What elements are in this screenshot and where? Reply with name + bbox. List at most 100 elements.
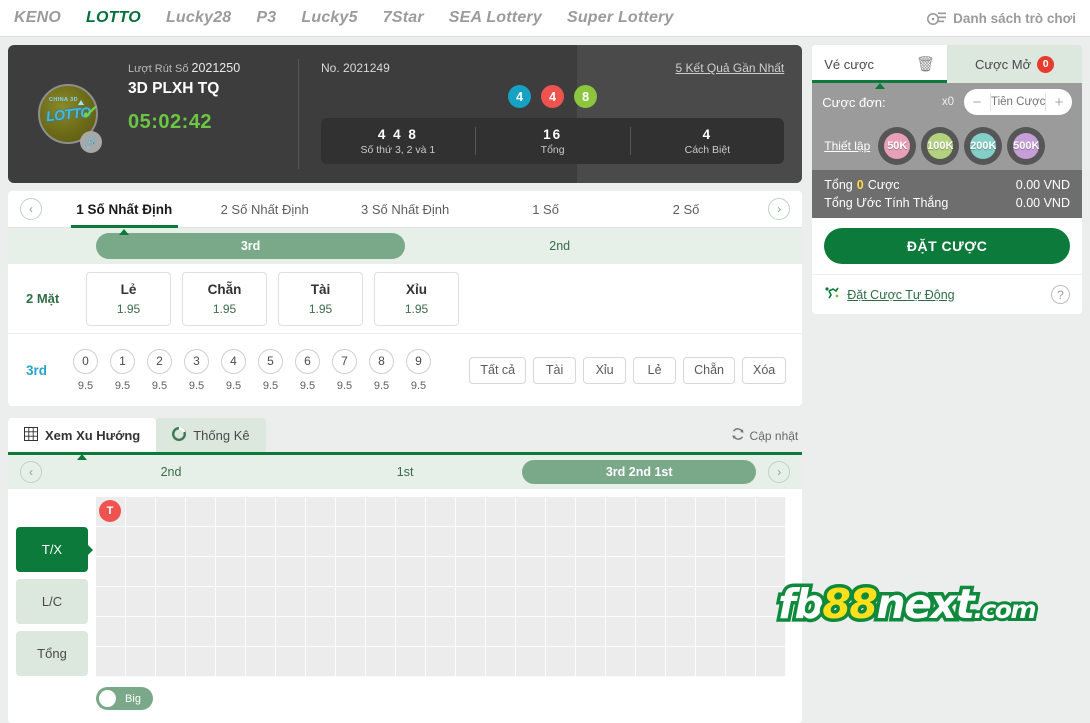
game-list-button[interactable]: Danh sách trò chơi bbox=[927, 11, 1076, 26]
nav-item-lotto[interactable]: LOTTO bbox=[86, 9, 141, 27]
last-result-section: No. 2021249 5 Kết Quả Gần Nhất 4 4 8 4 4… bbox=[299, 45, 802, 183]
number-odds: 9.5 bbox=[410, 379, 427, 392]
quick-btn-xoa[interactable]: Xóa bbox=[742, 356, 787, 384]
tab-3-so-nhat-dinh[interactable]: 3 Số Nhất Định bbox=[335, 191, 475, 227]
minus-icon[interactable]: − bbox=[964, 94, 990, 111]
tab-1-so[interactable]: 1 Số bbox=[475, 191, 615, 227]
tab-thong-ke[interactable]: Thống Kê bbox=[156, 418, 266, 452]
trend-tab-caret-icon bbox=[77, 454, 88, 460]
trend-mode-tx[interactable]: T/X bbox=[16, 527, 93, 572]
tab-label: 1 Số Nhất Định bbox=[76, 201, 173, 217]
quick-btn-chan[interactable]: Chẵn bbox=[683, 356, 735, 384]
nav-item-p3[interactable]: P3 bbox=[256, 9, 276, 27]
trend-next-arrow-icon[interactable]: › bbox=[768, 461, 791, 483]
logo-top-text: CHINA 3D bbox=[49, 97, 78, 103]
number-cell-3[interactable]: 3 9.5 bbox=[182, 348, 211, 392]
quick-btn-tat-ca[interactable]: Tất cả bbox=[469, 356, 527, 384]
trend-cell bbox=[546, 647, 576, 677]
multiplier-value: x0 bbox=[941, 96, 954, 108]
total-label-a: Tổng bbox=[824, 178, 853, 192]
bet-amount-stepper[interactable]: − + bbox=[964, 89, 1072, 115]
quick-btn-le[interactable]: Lẻ bbox=[633, 356, 677, 384]
trend-cell bbox=[156, 527, 186, 557]
trend-mark: T bbox=[99, 500, 121, 522]
tab-2-so-nhat-dinh[interactable]: 2 Số Nhất Định bbox=[194, 191, 334, 227]
position-tab-3rd[interactable]: 3rd bbox=[96, 233, 406, 259]
nav-item-sea-lottery[interactable]: SEA Lottery bbox=[449, 9, 542, 27]
nav-item-keno-group-0[interactable]: KENO bbox=[14, 9, 61, 27]
totals-section: Tổng 0 Cược 0.00 VND Tổng Ước Tính Thắng… bbox=[812, 170, 1082, 218]
trend-cell bbox=[216, 527, 246, 557]
nav-item-lucky28[interactable]: Lucky28 bbox=[166, 9, 231, 27]
refresh-button[interactable]: Cập nhật bbox=[731, 427, 803, 452]
chip-50k[interactable]: 50K bbox=[878, 126, 917, 165]
tab-2-so[interactable]: 2 Số bbox=[616, 191, 756, 227]
single-bet-row: Cược đơn: x0 − + bbox=[812, 83, 1082, 121]
number-cell-7[interactable]: 7 9.5 bbox=[330, 348, 359, 392]
bet-option-tai[interactable]: Tài 1.95 bbox=[278, 271, 363, 326]
chip-setup-link[interactable]: Thiết lập bbox=[824, 139, 870, 153]
nav-item-super-lottery[interactable]: Super Lottery bbox=[567, 9, 674, 27]
number-value: 7 bbox=[332, 348, 357, 374]
bet-option-le[interactable]: Lẻ 1.95 bbox=[86, 271, 171, 326]
trend-subtab-3rd-2nd-1st[interactable]: 3rd 2nd 1st bbox=[522, 460, 757, 484]
trend-cell bbox=[516, 647, 546, 677]
number-value: 9 bbox=[406, 348, 431, 374]
chip-200k[interactable]: 200K bbox=[964, 126, 1003, 165]
nav-item-lucky5[interactable]: Lucky5 bbox=[301, 9, 357, 27]
recent-results-link[interactable]: 5 Kết Quả Gần Nhất bbox=[676, 61, 785, 75]
number-value: 0 bbox=[73, 348, 98, 374]
trend-cell bbox=[636, 557, 666, 587]
result-number: No. 2021249 bbox=[321, 61, 390, 75]
bet-option-xiu[interactable]: Xỉu 1.95 bbox=[374, 271, 459, 326]
question-icon[interactable]: ? bbox=[1051, 285, 1070, 304]
number-cell-1[interactable]: 1 9.5 bbox=[108, 348, 137, 392]
chip-500k[interactable]: 500K bbox=[1007, 126, 1046, 165]
trend-cell bbox=[666, 647, 696, 677]
tabs-prev-arrow-icon[interactable]: ‹ bbox=[20, 198, 42, 220]
trend-grid[interactable]: T bbox=[96, 497, 786, 677]
number-cell-0[interactable]: 0 9.5 bbox=[71, 348, 100, 392]
chip-100k[interactable]: 100K bbox=[921, 126, 960, 165]
link-icon[interactable]: 🔗 bbox=[80, 131, 102, 153]
trend-cell bbox=[276, 587, 306, 617]
place-bet-button[interactable]: ĐẶT CƯỢC bbox=[824, 228, 1070, 264]
number-cell-2[interactable]: 2 9.5 bbox=[145, 348, 174, 392]
trend-subtab-2nd[interactable]: 2nd bbox=[54, 460, 288, 484]
trend-prev-arrow-icon[interactable]: ‹ bbox=[20, 461, 42, 483]
trend-cell bbox=[666, 527, 696, 557]
number-cell-9[interactable]: 9 9.5 bbox=[404, 348, 433, 392]
quick-btn-tai[interactable]: Tài bbox=[533, 356, 577, 384]
trend-cell bbox=[336, 647, 366, 677]
slip-tab-ve-cuoc[interactable]: Vé cược 🗑 bbox=[812, 45, 948, 89]
quick-btn-xiu[interactable]: Xỉu bbox=[583, 356, 627, 384]
trend-cell bbox=[666, 587, 696, 617]
nav-item-7star[interactable]: 7Star bbox=[383, 9, 424, 27]
bet-option-chan[interactable]: Chẵn 1.95 bbox=[182, 271, 267, 326]
trend-mode-lc[interactable]: L/C bbox=[16, 579, 88, 624]
number-cell-8[interactable]: 8 9.5 bbox=[367, 348, 396, 392]
position-tab-2nd[interactable]: 2nd bbox=[405, 233, 714, 259]
tab-xem-xu-huong[interactable]: Xem Xu Hướng bbox=[8, 418, 157, 460]
tab-1-so-nhat-dinh[interactable]: 1 Số Nhất Định bbox=[54, 191, 194, 235]
trend-mode-tong[interactable]: Tổng bbox=[16, 631, 88, 676]
plus-icon[interactable]: + bbox=[1046, 94, 1072, 111]
tabs-next-arrow-icon[interactable]: › bbox=[768, 198, 791, 220]
bet-amount-input[interactable] bbox=[990, 93, 1046, 111]
number-cell-5[interactable]: 5 9.5 bbox=[256, 348, 285, 392]
trend-subtab-1st[interactable]: 1st bbox=[288, 460, 522, 484]
option-odds: 1.95 bbox=[212, 301, 237, 316]
trash-icon[interactable]: 🗑 bbox=[916, 55, 935, 73]
auto-bet-link[interactable]: Đặt Cược Tự Động bbox=[847, 288, 954, 302]
slip-tab-cuoc-mo[interactable]: Cược Mở 0 bbox=[947, 45, 1082, 83]
number-cell-4[interactable]: 4 9.5 bbox=[219, 348, 248, 392]
trend-cell bbox=[546, 497, 576, 527]
result-balls: 4 4 8 bbox=[321, 85, 784, 108]
number-cell-6[interactable]: 6 9.5 bbox=[293, 348, 322, 392]
result-summary: 4 4 8 Số thứ 3, 2 và 1 16 Tổng 4 Cách Bi… bbox=[321, 118, 785, 164]
big-toggle[interactable]: Big bbox=[96, 687, 153, 710]
game-list-label: Danh sách trò chơi bbox=[953, 10, 1076, 26]
trend-cell bbox=[666, 617, 696, 647]
trend-cell bbox=[336, 557, 366, 587]
trend-cell bbox=[186, 497, 216, 527]
